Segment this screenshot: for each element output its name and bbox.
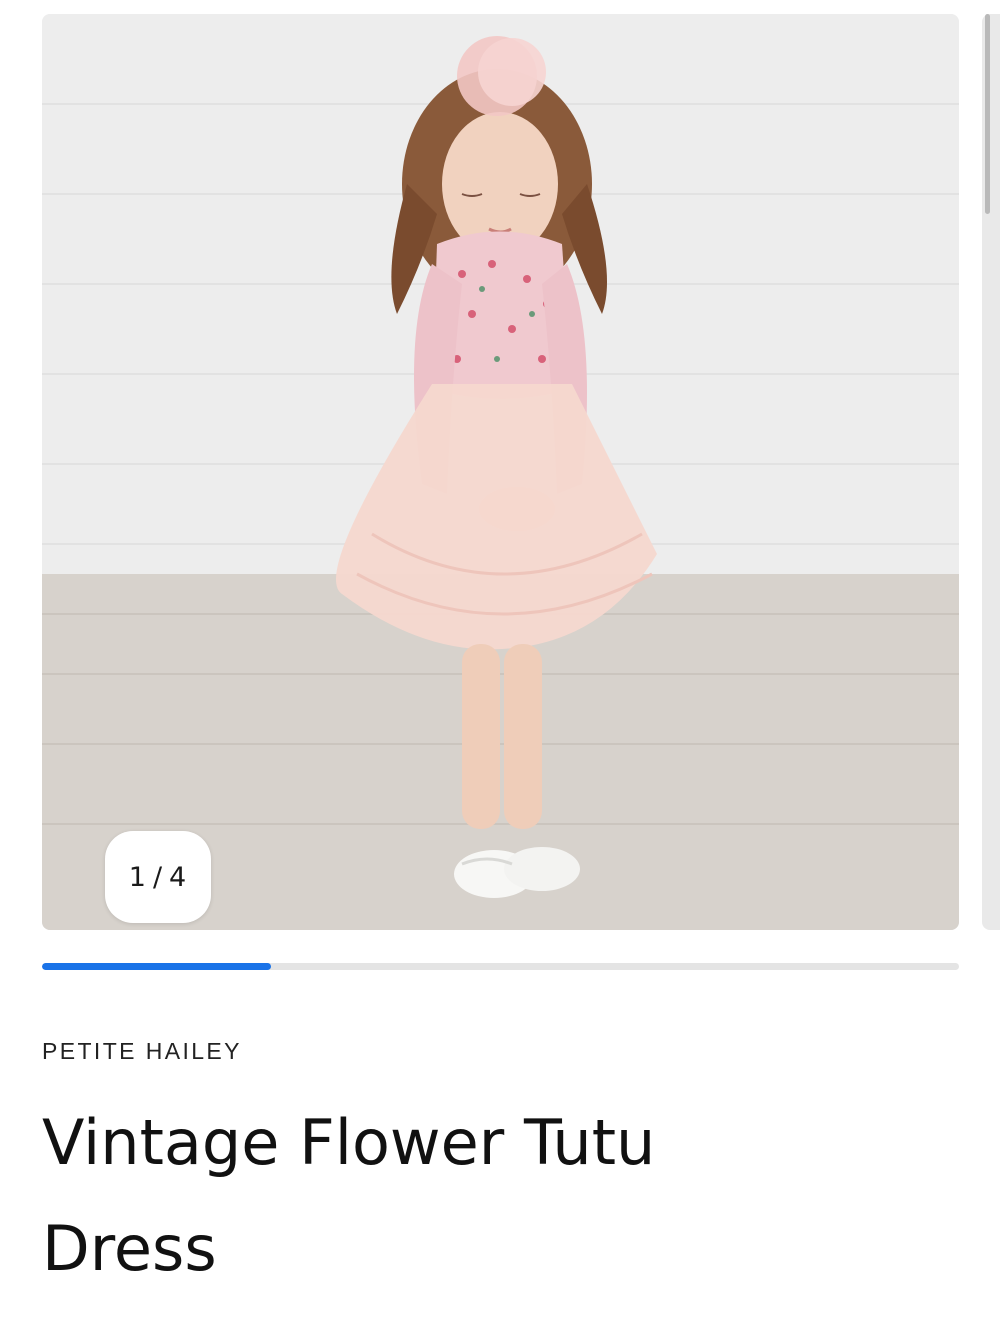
- page-scrollbar[interactable]: [985, 14, 990, 214]
- slide-counter-separator: /: [152, 861, 164, 893]
- slide-counter: 1 / 4: [105, 831, 211, 923]
- gallery-progress-bar: [42, 963, 959, 970]
- product-page: 1 / 4 PETITE HAILEY Vintage Flower Tutu …: [0, 0, 1000, 1333]
- product-image-gallery[interactable]: 1 / 4: [42, 14, 959, 930]
- gallery-progress-fill: [42, 963, 272, 970]
- product-photo[interactable]: [42, 14, 959, 930]
- product-brand[interactable]: PETITE HAILEY: [42, 1038, 242, 1065]
- product-title: Vintage Flower Tutu Dress: [42, 1106, 656, 1285]
- slide-counter-current: 1: [128, 861, 147, 893]
- slide-counter-total: 4: [169, 861, 188, 893]
